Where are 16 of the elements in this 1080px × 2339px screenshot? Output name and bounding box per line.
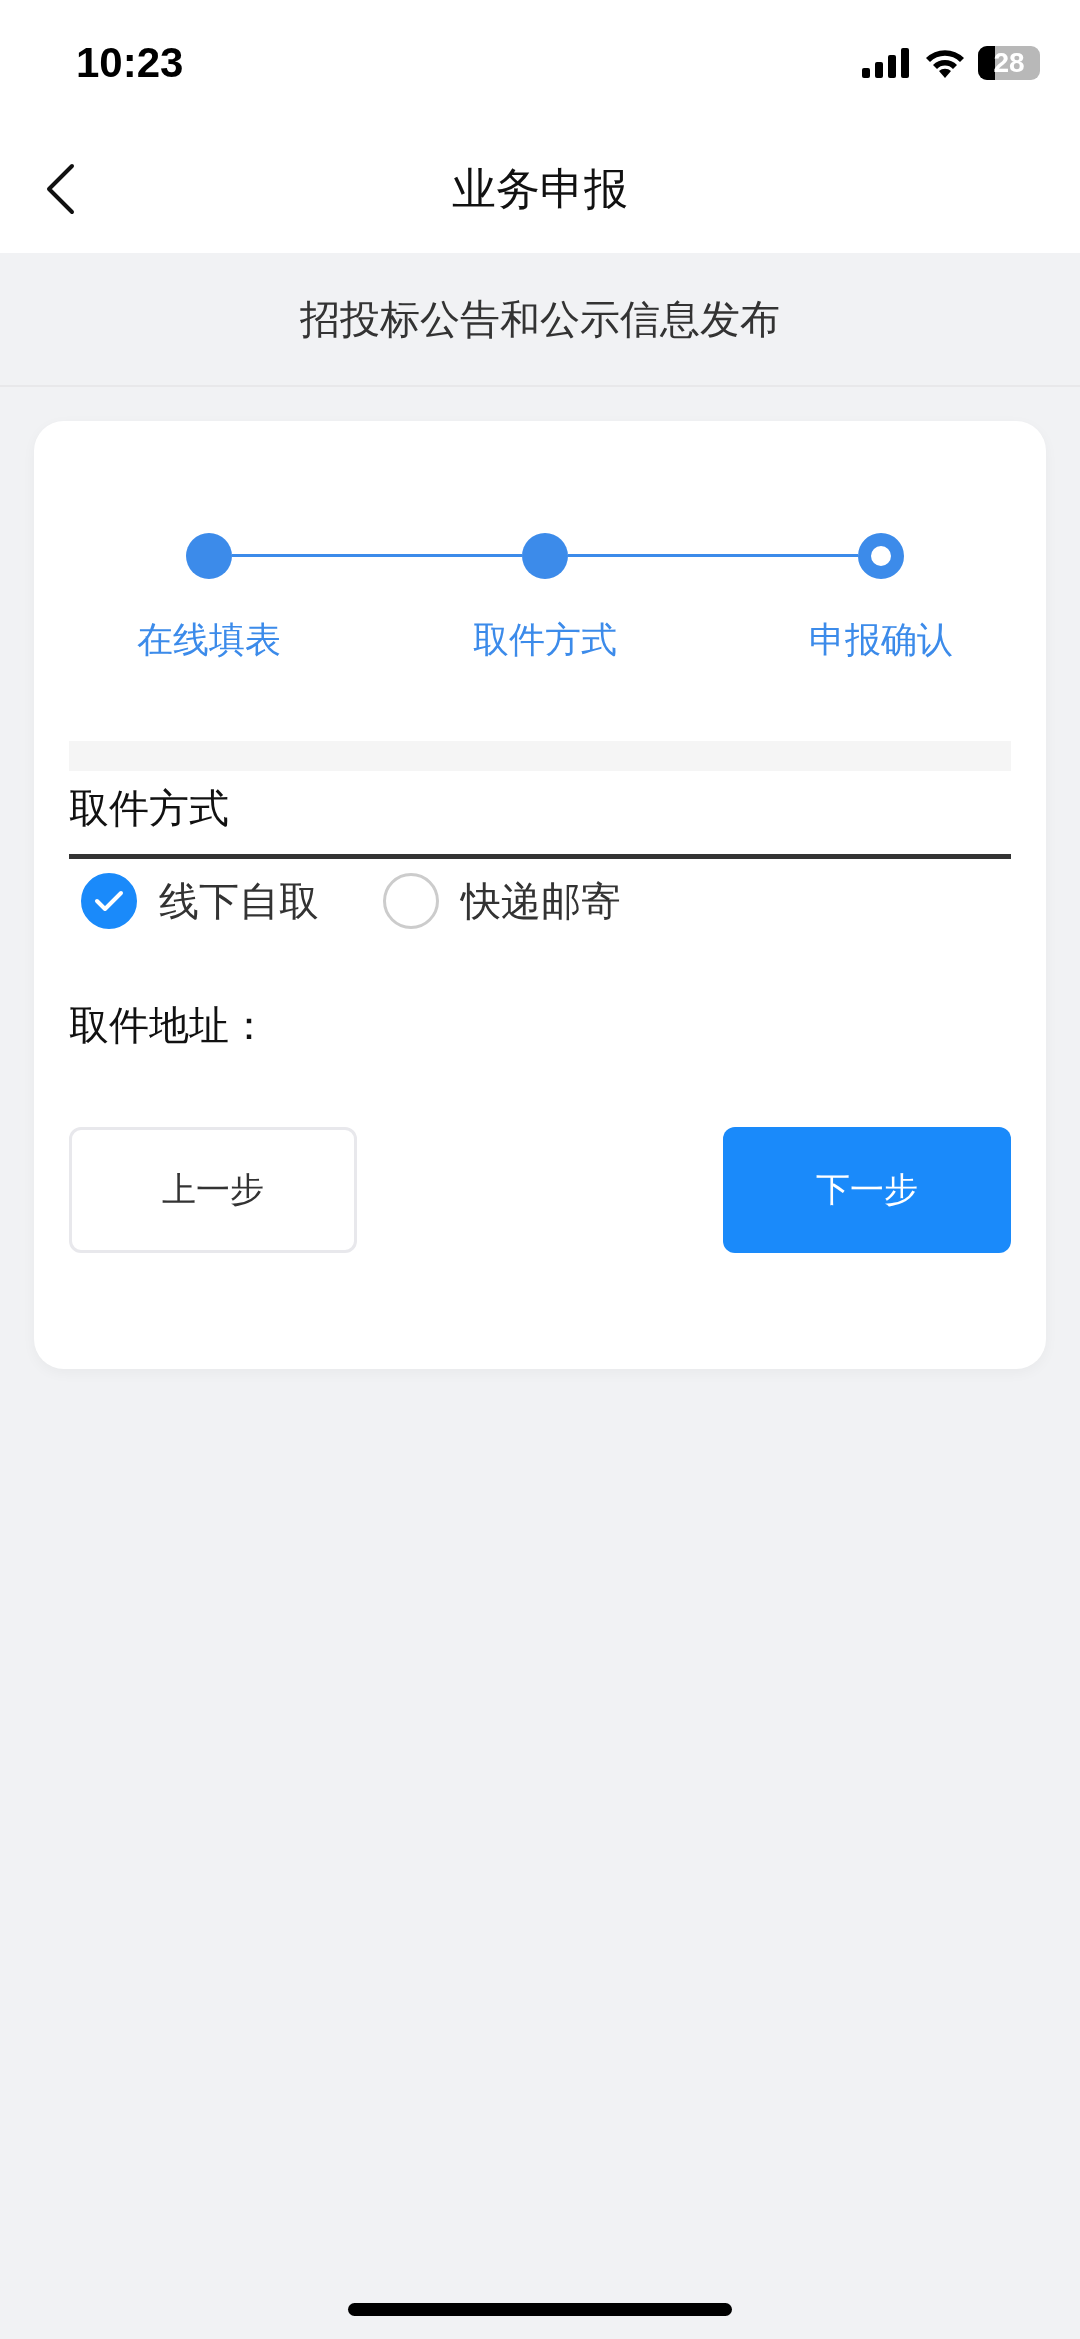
step-label: 取件方式 <box>473 618 617 662</box>
radio-icon[interactable] <box>383 873 439 929</box>
back-button[interactable]: 上一步 <box>69 1127 357 1253</box>
section-title: 取件方式 <box>69 771 1011 859</box>
field-label: 取件地址： <box>69 1001 270 1050</box>
status-time: 10:23 <box>76 38 184 87</box>
wifi-icon <box>924 47 966 78</box>
signal-icon <box>862 47 912 78</box>
page-title: 业务申报 <box>452 161 628 216</box>
step-label: 申报确认 <box>809 618 953 662</box>
radio-option[interactable]: 线下自取 <box>81 873 319 929</box>
back-icon[interactable] <box>44 163 76 215</box>
radio-icon[interactable] <box>81 873 137 929</box>
form-title: 招投标公告和公示信息发布 <box>0 253 1080 387</box>
radio-option[interactable]: 快递邮寄 <box>383 873 621 929</box>
step-label: 在线填表 <box>137 618 281 662</box>
